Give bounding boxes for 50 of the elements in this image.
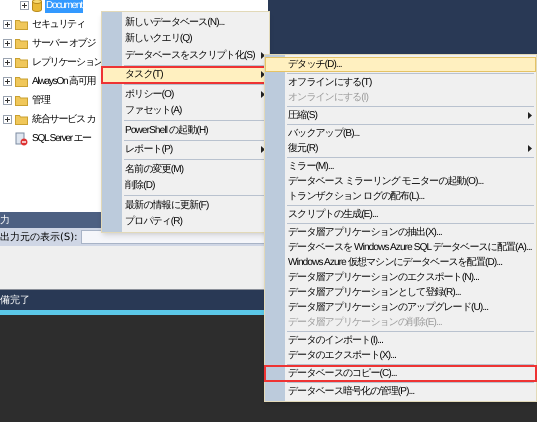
database-icon [32,0,42,12]
agent-icon [15,132,28,146]
menu-item[interactable]: Windows Azure 仮想マシンにデータベースを配置(D)... [265,255,536,270]
menu-item[interactable]: データベースのコピー(C)... [265,366,536,381]
submenu-arrow-icon [261,52,265,59]
menu-item[interactable]: トランザクション ログの配布(L)... [265,189,536,204]
expand-icon[interactable] [3,39,12,48]
expand-icon[interactable] [3,115,12,124]
source-label: 出力元の表示(S): [0,230,78,244]
tree-item[interactable]: サーバー オブジ [31,36,96,51]
expand-icon[interactable] [3,58,12,67]
menu-item[interactable]: データベース ミラーリング モニターの起動(O)... [265,174,536,189]
tree-item[interactable]: 統合サービス カ [31,112,96,127]
tree-item[interactable]: SQL Server エー [31,131,92,146]
menu-item[interactable]: スクリプトの生成(E)... [265,207,536,222]
expand-icon[interactable] [3,77,12,86]
folder-icon [15,19,28,30]
expand-icon[interactable] [3,96,12,105]
submenu-arrow-icon [261,146,265,154]
submenu-arrow-icon [528,112,532,119]
panel-title: 力 [0,214,10,228]
expand-icon[interactable] [20,1,29,10]
menu-item[interactable]: 新しいクエリ(Q) [102,30,269,47]
folder-icon [15,38,28,49]
menu-item[interactable]: データベース暗号化の管理(P)... [265,384,536,399]
tree-item[interactable]: セキュリティ [31,17,86,32]
menu-item[interactable]: 新しいデータベース(N)... [102,14,269,30]
menu-item[interactable]: データ層アプリケーションの抽出(X)... [265,225,536,240]
menu-item[interactable]: データベースを Windows Azure SQL データベースに配置(A)... [265,240,536,255]
menu-item[interactable]: データのインポート(I)... [265,333,536,348]
folder-icon [15,114,28,125]
menu-item[interactable]: バックアップ(B)... [265,126,536,141]
tree-item[interactable]: AlwaysOn 高可用 [31,74,96,89]
menu-item[interactable]: データ層アプリケーションのエクスポート(N)... [265,270,536,285]
submenu-arrow-icon [528,145,532,152]
submenu-arrow-icon [261,90,265,98]
status-text: 備完了 [0,294,30,308]
folder-icon [15,95,28,106]
menu-item[interactable]: データのエクスポート(X)... [265,348,536,363]
menu-item[interactable]: 復元(R) [265,141,536,156]
menu-item[interactable]: ミラー(M)... [265,159,536,174]
menu-item[interactable]: デタッチ(D)... [265,57,536,72]
folder-icon [15,57,28,68]
menu-item[interactable]: データ層アプリケーションとして登録(R)... [265,285,536,300]
expand-icon[interactable] [3,20,12,29]
submenu-arrow-icon [261,71,265,78]
folder-icon [15,76,28,87]
menu-item[interactable]: 圧縮(S) [265,108,536,123]
menu-item[interactable]: データ層アプリケーションのアップグレード(U)... [265,300,536,315]
tree-item[interactable]: 管理 [31,93,51,108]
